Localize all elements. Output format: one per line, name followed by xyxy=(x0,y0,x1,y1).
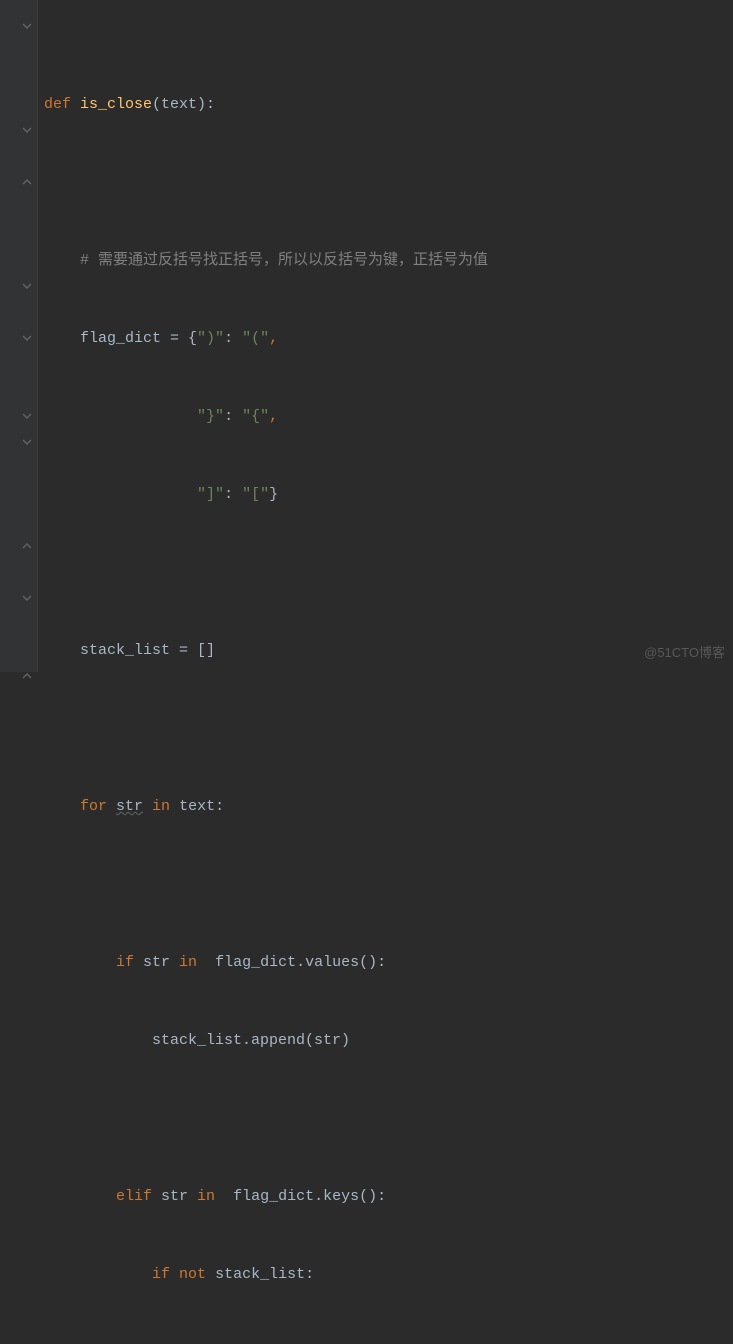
keyword-not: not xyxy=(179,1262,215,1288)
colon: : xyxy=(224,404,242,430)
var-str: str xyxy=(116,794,143,820)
comma: , xyxy=(269,326,278,352)
code-line[interactable]: if not stack_list: xyxy=(44,1262,733,1288)
string: "}" xyxy=(197,404,224,430)
code-line[interactable]: return False xyxy=(44,1340,733,1344)
string: "(" xyxy=(242,326,269,352)
brace-close: } xyxy=(269,482,278,508)
expr: stack_list: xyxy=(215,1262,314,1288)
indent xyxy=(44,1028,152,1054)
code-area[interactable]: def is_close(text): # 需要通过反括号找正括号，所以以反括号… xyxy=(38,0,733,672)
keyword-def: def xyxy=(44,92,80,118)
indent xyxy=(44,638,80,664)
code-line[interactable]: # 需要通过反括号找正括号，所以以反括号为键，正括号为值 xyxy=(44,248,733,274)
code-line[interactable]: stack_list = [] xyxy=(44,638,733,664)
indent xyxy=(44,1184,116,1210)
indent xyxy=(44,404,80,430)
fold-end-icon[interactable] xyxy=(22,177,34,189)
indent xyxy=(44,248,80,274)
var: str xyxy=(143,950,170,976)
fold-collapse-icon[interactable] xyxy=(22,437,34,449)
code-line[interactable]: for str in text: xyxy=(44,794,733,820)
colon: : xyxy=(224,482,242,508)
indent xyxy=(44,1340,188,1344)
string: "{" xyxy=(242,404,269,430)
indent xyxy=(44,326,80,352)
string: "[" xyxy=(242,482,269,508)
keyword-if: if xyxy=(116,950,143,976)
loop-iter: text: xyxy=(179,794,224,820)
keyword-return: return xyxy=(188,1340,251,1344)
fold-collapse-icon[interactable] xyxy=(22,21,34,33)
fold-collapse-icon[interactable] xyxy=(22,411,34,423)
watermark: @51CTO博客 xyxy=(644,640,725,666)
code-editor: def is_close(text): # 需要通过反括号找正括号，所以以反括号… xyxy=(0,0,733,672)
keyword-if: if xyxy=(152,1262,179,1288)
code-line[interactable]: stack_list.append(str) xyxy=(44,1028,733,1054)
fold-collapse-icon[interactable] xyxy=(22,125,34,137)
comma: , xyxy=(269,404,278,430)
code-line[interactable]: "]": "["} xyxy=(44,482,733,508)
indent xyxy=(80,482,197,508)
keyword-elif: elif xyxy=(116,1184,161,1210)
expr: flag_dict.values(): xyxy=(206,950,386,976)
blank-line[interactable] xyxy=(44,170,733,196)
code-line[interactable]: flag_dict = {")": "(", xyxy=(44,326,733,352)
keyword-in: in xyxy=(143,794,179,820)
keyword-in: in xyxy=(170,950,206,976)
keyword-in: in xyxy=(188,1184,224,1210)
comment: # 需要通过反括号找正括号，所以以反括号为键，正括号为值 xyxy=(80,248,488,274)
fold-end-icon[interactable] xyxy=(22,541,34,553)
blank-line[interactable] xyxy=(44,872,733,898)
indent xyxy=(44,1262,152,1288)
string: ")" xyxy=(197,326,224,352)
indent xyxy=(44,794,80,820)
fold-collapse-icon[interactable] xyxy=(22,593,34,605)
fold-collapse-icon[interactable] xyxy=(22,281,34,293)
indent xyxy=(44,950,116,976)
stmt: stack_list.append(str) xyxy=(152,1028,350,1054)
code-line[interactable]: elif str in flag_dict.keys(): xyxy=(44,1184,733,1210)
gutter xyxy=(0,0,38,672)
fold-collapse-icon[interactable] xyxy=(22,333,34,345)
blank-line[interactable] xyxy=(44,1106,733,1132)
code-line[interactable]: if str in flag_dict.values(): xyxy=(44,950,733,976)
assign-lhs: flag_dict = { xyxy=(80,326,197,352)
indent xyxy=(44,482,80,508)
expr: flag_dict.keys(): xyxy=(224,1184,386,1210)
blank-line[interactable] xyxy=(44,560,733,586)
blank-line[interactable] xyxy=(44,716,733,742)
var: str xyxy=(161,1184,188,1210)
code-line[interactable]: def is_close(text): xyxy=(44,92,733,118)
fold-end-icon[interactable] xyxy=(22,671,34,683)
colon: : xyxy=(224,326,242,352)
code-line[interactable]: "}": "{", xyxy=(44,404,733,430)
keyword-for: for xyxy=(80,794,116,820)
assign: stack_list = [] xyxy=(80,638,215,664)
function-name: is_close xyxy=(80,92,152,118)
string: "]" xyxy=(197,482,224,508)
indent xyxy=(80,404,197,430)
signature: (text): xyxy=(152,92,215,118)
keyword-false: False xyxy=(251,1340,296,1344)
